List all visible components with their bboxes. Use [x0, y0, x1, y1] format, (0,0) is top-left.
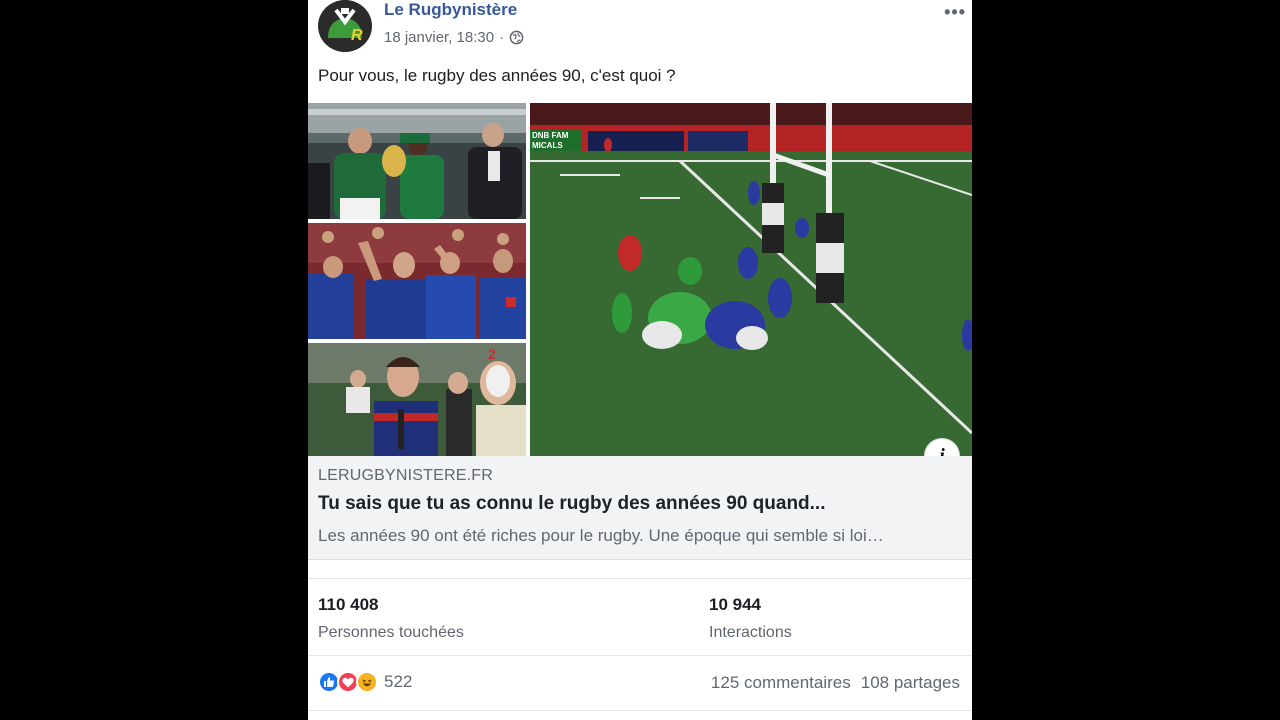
page-name-link[interactable]: Le Rugbynistère [384, 0, 517, 20]
reaction-count[interactable]: 522 [384, 672, 412, 692]
divider [308, 578, 972, 579]
engagement-counts: 125 commentaires 108 partages [711, 673, 960, 693]
interactions-stat: 10 944 Interactions [709, 595, 792, 642]
divider [308, 655, 972, 656]
link-title[interactable]: Tu sais que tu as connu le rugby des ann… [318, 493, 826, 515]
meta-separator: · [499, 29, 505, 46]
reactions-summary[interactable]: 522 [318, 671, 412, 693]
comments-count[interactable]: 125 commentaires [711, 673, 851, 693]
collage-photo-french-team [308, 223, 526, 339]
facebook-post: R Le Rugbynistère 18 janvier, 18:30 · ••… [308, 0, 972, 720]
shares-count[interactable]: 108 partages [861, 673, 960, 693]
svg-text:MICALS: MICALS [532, 141, 563, 150]
collage-photo-trophy [308, 103, 526, 219]
collage-photo-interview: 2 [308, 343, 526, 456]
svg-text:DNB FAM: DNB FAM [532, 131, 569, 140]
interactions-label: Interactions [709, 624, 792, 641]
page-avatar[interactable]: R [318, 0, 372, 52]
reach-value: 110 408 [318, 595, 379, 614]
divider [308, 710, 972, 711]
post-meta: 18 janvier, 18:30 · [384, 29, 524, 46]
more-options-button[interactable]: ••• [944, 2, 966, 23]
svg-text:R: R [351, 27, 363, 44]
photo-collage: 2 [308, 103, 528, 456]
tv-channel-badge: 2 [488, 346, 496, 362]
haha-icon [356, 671, 378, 693]
rugby-video-game-screenshot: DNB FAM MICALS [530, 103, 972, 456]
globe-icon [509, 30, 524, 45]
link-description: Les années 90 ont été riches pour le rug… [318, 526, 884, 545]
reach-stat: 110 408 Personnes touchées [318, 595, 464, 642]
link-preview[interactable]: LERUGBYNISTERE.FR Tu sais que tu as conn… [308, 456, 972, 560]
link-image[interactable]: 2 DNB FAM MICALS [308, 103, 972, 474]
post-text: Pour vous, le rugby des années 90, c'est… [318, 66, 676, 85]
reach-label: Personnes touchées [318, 624, 464, 641]
interactions-value: 10 944 [709, 595, 761, 614]
link-domain: LERUGBYNISTERE.FR [318, 467, 493, 484]
post-timestamp[interactable]: 18 janvier, 18:30 [384, 29, 494, 46]
